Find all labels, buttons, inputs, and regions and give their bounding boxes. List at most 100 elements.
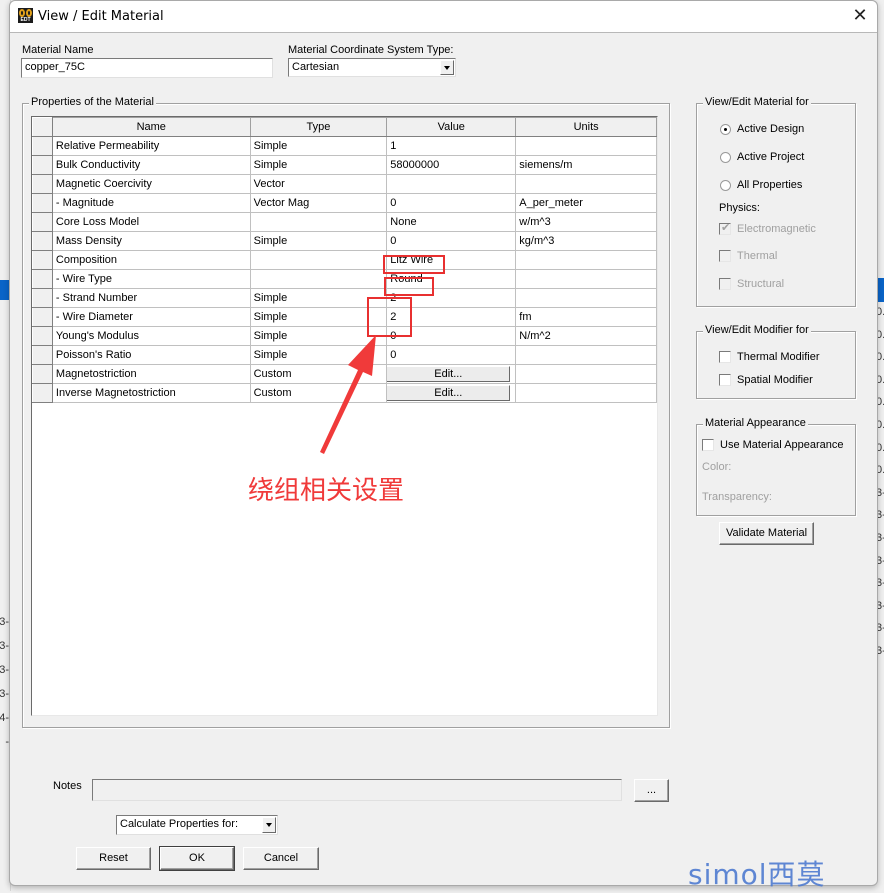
table-row[interactable]: - Wire Diameter Simple 2 fm xyxy=(32,307,657,327)
row-header[interactable] xyxy=(32,250,53,270)
column-header-units[interactable]: Units xyxy=(515,117,657,137)
cell-value[interactable]: Edit... xyxy=(386,383,517,403)
cell-type[interactable]: Simple xyxy=(249,136,388,156)
edit-button[interactable]: Edit... xyxy=(387,366,511,382)
checkbox-spatial-modifier-label[interactable]: Spatial Modifier xyxy=(737,374,813,386)
close-icon[interactable]: ✕ xyxy=(848,5,872,27)
cell-name[interactable]: Core Loss Model xyxy=(51,212,251,232)
row-header[interactable] xyxy=(32,364,53,384)
cell-units[interactable] xyxy=(515,288,657,308)
ok-button[interactable]: OK xyxy=(159,846,235,871)
cell-value[interactable]: 0 xyxy=(386,193,517,213)
cell-name[interactable]: - Magnitude xyxy=(51,193,251,213)
cell-name[interactable]: Magnetic Coercivity xyxy=(51,174,251,194)
row-header[interactable] xyxy=(32,326,53,346)
notes-browse-button[interactable]: ... xyxy=(634,779,669,802)
row-header[interactable] xyxy=(32,288,53,308)
cell-value[interactable]: 1 xyxy=(386,136,517,156)
cell-type[interactable]: Vector xyxy=(249,174,388,194)
cell-name[interactable]: Relative Permeability xyxy=(51,136,251,156)
cell-units[interactable]: N/m^2 xyxy=(515,326,657,346)
row-header[interactable] xyxy=(32,174,53,194)
cell-type[interactable] xyxy=(249,250,388,270)
corner-header[interactable] xyxy=(32,117,53,137)
coordinate-system-select[interactable]: Cartesian xyxy=(288,58,456,77)
table-row[interactable]: Composition Litz Wire xyxy=(32,250,657,270)
checkbox-thermal-modifier[interactable] xyxy=(719,351,731,363)
radio-active-design-label[interactable]: Active Design xyxy=(737,123,804,135)
cell-units[interactable] xyxy=(515,345,657,365)
cell-units[interactable] xyxy=(515,364,657,384)
cell-name[interactable]: - Strand Number xyxy=(51,288,251,308)
material-name-input[interactable]: copper_75C xyxy=(21,58,273,78)
checkbox-thermal[interactable] xyxy=(719,250,731,262)
checkbox-structural[interactable] xyxy=(719,278,731,290)
row-header[interactable] xyxy=(32,136,53,156)
row-header[interactable] xyxy=(32,383,53,403)
cell-units[interactable] xyxy=(515,136,657,156)
column-header-name[interactable]: Name xyxy=(51,117,251,137)
checkbox-electromagnetic[interactable]: ✔ xyxy=(719,222,731,235)
table-row[interactable]: Relative Permeability Simple 1 xyxy=(32,136,657,156)
edit-button[interactable]: Edit... xyxy=(387,385,511,401)
cell-type[interactable]: Simple xyxy=(249,231,388,251)
calculate-properties-select[interactable]: Calculate Properties for: xyxy=(116,815,278,835)
row-header[interactable] xyxy=(32,193,53,213)
radio-active-design[interactable] xyxy=(720,124,731,135)
cell-name[interactable]: Composition xyxy=(51,250,251,270)
row-header[interactable] xyxy=(32,307,53,327)
radio-all-properties-label[interactable]: All Properties xyxy=(737,179,802,191)
cell-units[interactable]: A_per_meter xyxy=(515,193,657,213)
cell-units[interactable]: w/m^3 xyxy=(515,212,657,232)
reset-button[interactable]: Reset xyxy=(76,847,151,870)
cell-units[interactable] xyxy=(515,269,657,289)
row-header[interactable] xyxy=(32,345,53,365)
checkbox-use-appearance-label[interactable]: Use Material Appearance xyxy=(720,439,844,451)
cell-units[interactable] xyxy=(515,174,657,194)
cell-name[interactable]: - Wire Diameter xyxy=(51,307,251,327)
cell-name[interactable]: - Wire Type xyxy=(51,269,251,289)
cell-units[interactable]: kg/m^3 xyxy=(515,231,657,251)
cell-units[interactable] xyxy=(515,383,657,403)
cell-value[interactable]: None xyxy=(386,212,517,232)
cell-value[interactable]: Edit... xyxy=(386,364,517,384)
column-header-type[interactable]: Type xyxy=(249,117,388,137)
cell-units[interactable]: siemens/m xyxy=(515,155,657,175)
validate-material-button[interactable]: Validate Material xyxy=(719,522,814,545)
table-row[interactable]: Core Loss Model None w/m^3 xyxy=(32,212,657,232)
cell-value[interactable]: 0 xyxy=(386,231,517,251)
table-row[interactable]: Magnetic Coercivity Vector xyxy=(32,174,657,194)
row-header[interactable] xyxy=(32,212,53,232)
radio-active-project-label[interactable]: Active Project xyxy=(737,151,804,163)
notes-input[interactable] xyxy=(92,779,622,801)
table-row[interactable]: Bulk Conductivity Simple 58000000 siemens/m xyxy=(32,155,657,175)
cell-value[interactable]: 0 xyxy=(386,345,517,365)
table-row[interactable]: - Magnitude Vector Mag 0 A_per_meter xyxy=(32,193,657,213)
cell-type[interactable] xyxy=(249,269,388,289)
cell-name[interactable]: Inverse Magnetostriction xyxy=(51,383,251,403)
radio-active-project[interactable] xyxy=(720,152,731,163)
cell-value[interactable] xyxy=(386,174,517,194)
row-header[interactable] xyxy=(32,231,53,251)
chevron-down-icon[interactable] xyxy=(440,60,454,75)
table-row[interactable]: Mass Density Simple 0 kg/m^3 xyxy=(32,231,657,251)
cell-name[interactable]: Bulk Conductivity xyxy=(51,155,251,175)
chevron-down-icon[interactable] xyxy=(262,817,276,833)
cell-units[interactable]: fm xyxy=(515,307,657,327)
row-header[interactable] xyxy=(32,155,53,175)
cell-type[interactable]: Simple xyxy=(249,155,388,175)
checkbox-thermal-modifier-label[interactable]: Thermal Modifier xyxy=(737,351,820,363)
cell-type[interactable] xyxy=(249,212,388,232)
cell-name[interactable]: Young's Modulus xyxy=(51,326,251,346)
table-row[interactable]: - Strand Number Simple 2 xyxy=(32,288,657,308)
cancel-button[interactable]: Cancel xyxy=(243,847,319,870)
cell-value[interactable]: 58000000 xyxy=(386,155,517,175)
radio-all-properties[interactable] xyxy=(720,180,731,191)
row-header[interactable] xyxy=(32,269,53,289)
cell-type[interactable]: Vector Mag xyxy=(249,193,388,213)
table-row[interactable]: - Wire Type Round xyxy=(32,269,657,289)
cell-name[interactable]: Magnetostriction xyxy=(51,364,251,384)
column-header-value[interactable]: Value xyxy=(386,117,517,137)
cell-name[interactable]: Poisson's Ratio xyxy=(51,345,251,365)
cell-units[interactable] xyxy=(515,250,657,270)
